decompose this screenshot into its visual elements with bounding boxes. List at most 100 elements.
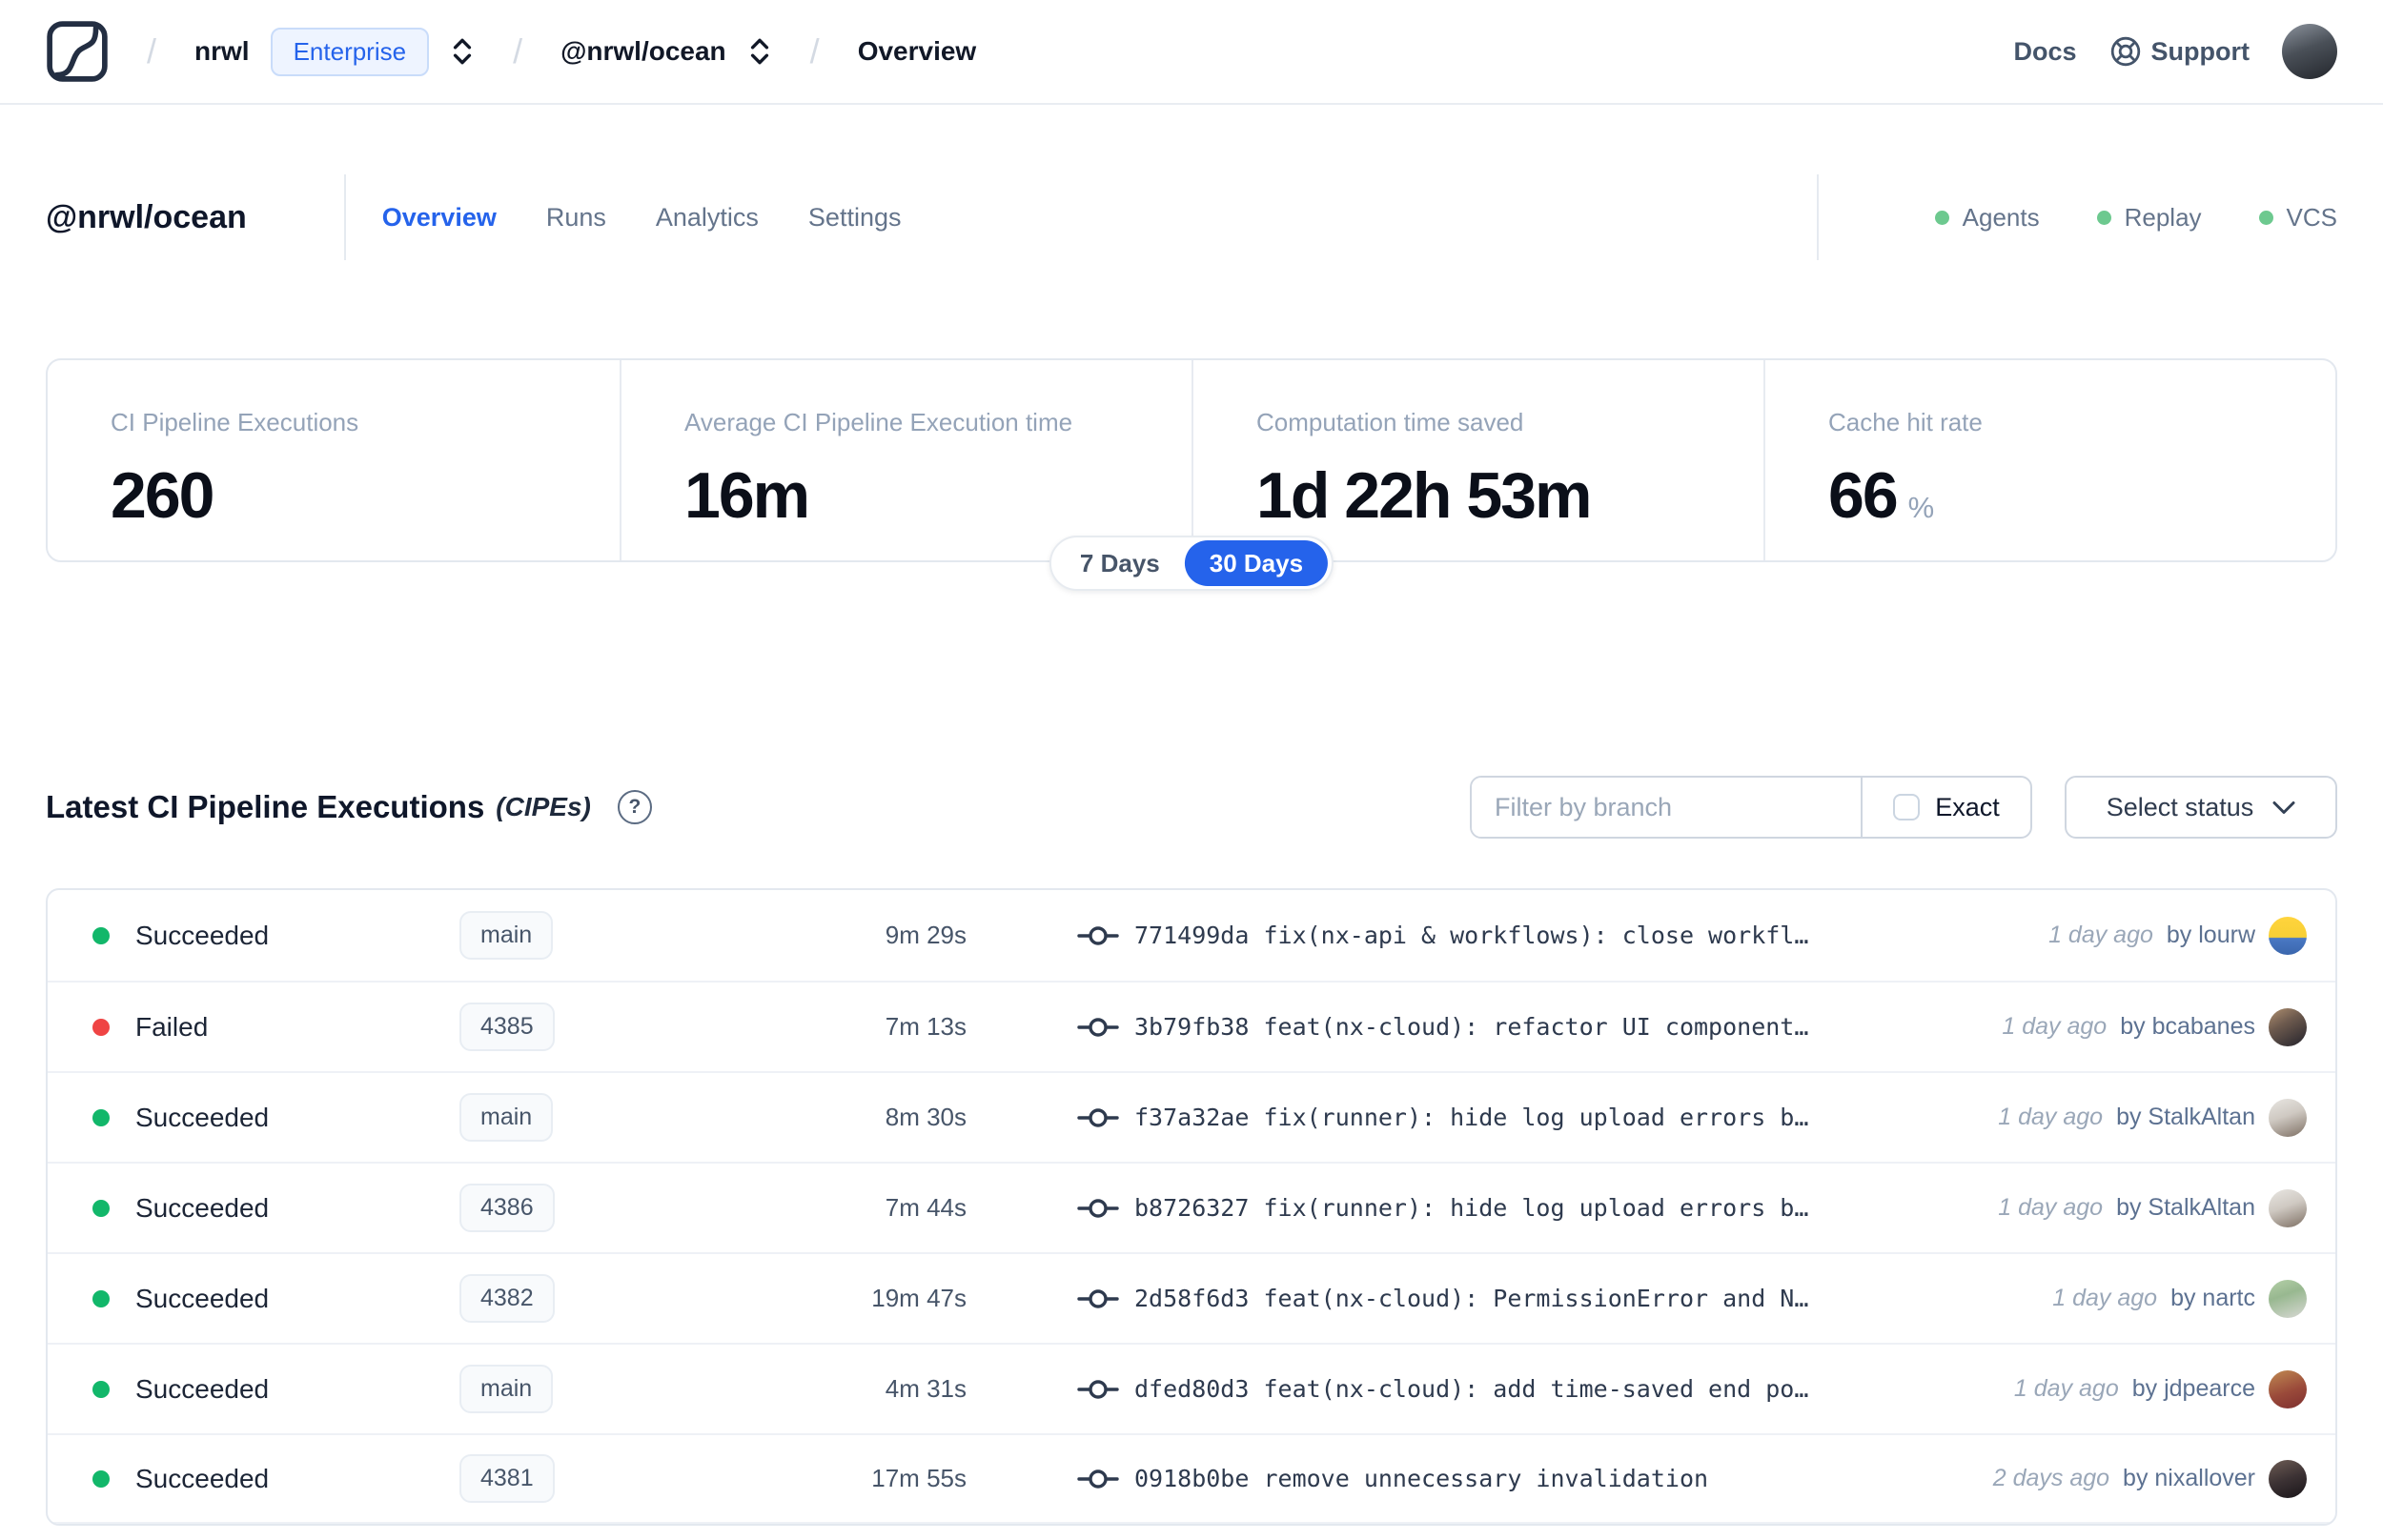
branch-filter-group: Exact [1470, 776, 2032, 839]
author: by nixallover [2123, 1465, 2255, 1491]
stat-unit: % [1907, 491, 1935, 524]
author-avatar[interactable] [2269, 1188, 2307, 1227]
nx-cloud-logo-icon[interactable] [46, 20, 109, 83]
commit-message[interactable]: f37a32ae fix(runner): hide log upload er… [1134, 1104, 1808, 1131]
time-ago: 1 day ago [1998, 1194, 2104, 1221]
author: by lourw [2166, 922, 2255, 948]
stat-value: 66 [1828, 459, 1899, 532]
range-7-days-button[interactable]: 7 Days [1055, 540, 1185, 586]
exact-checkbox[interactable] [1893, 794, 1921, 821]
author-avatar[interactable] [2269, 1369, 2307, 1408]
lifebuoy-icon [2109, 35, 2142, 68]
breadcrumb-org[interactable]: nrwl [194, 36, 250, 67]
divider [343, 174, 346, 260]
table-row[interactable]: Succeeded main 8m 30s f37a32ae fix(runne… [48, 1071, 2335, 1162]
table-row[interactable]: Succeeded 4382 19m 47s 2d58f6d3 feat(nx-… [48, 1252, 2335, 1343]
breadcrumb-workspace[interactable]: @nrwl/ocean [560, 36, 726, 67]
duration: 7m 44s [885, 1193, 967, 1222]
cipe-filters: Exact Select status [1470, 776, 2337, 839]
exact-label: Exact [1935, 792, 2000, 821]
git-commit-icon [1077, 1196, 1119, 1221]
table-row[interactable]: Failed 4385 7m 13s 3b79fb38 feat(nx-clou… [48, 981, 2335, 1071]
stat-value: 16m [684, 459, 810, 532]
commit-message[interactable]: 771499da fix(nx-api & workflows): close … [1134, 922, 1808, 949]
duration: 8m 30s [885, 1103, 967, 1131]
author: by bcabanes [2120, 1013, 2255, 1040]
support-link[interactable]: Support [2109, 35, 2250, 68]
author-avatar[interactable] [2269, 1098, 2307, 1137]
table-row[interactable]: Succeeded main 4m 31s dfed80d3 feat(nx-c… [48, 1343, 2335, 1433]
author: by StalkAltan [2116, 1104, 2255, 1130]
author: by nartc [2170, 1285, 2255, 1311]
branch-filter-input[interactable] [1472, 778, 1861, 837]
range-30-days-button[interactable]: 30 Days [1184, 540, 1329, 586]
status-dot-icon [92, 1469, 110, 1488]
commit-message[interactable]: 3b79fb38 feat(nx-cloud): refactor UI com… [1134, 1013, 1808, 1041]
org-switcher-chevrons-icon[interactable] [450, 34, 475, 69]
breadcrumb-separator: / [513, 31, 523, 71]
tab-analytics[interactable]: Analytics [656, 203, 759, 233]
nav-actions: Docs Support [2013, 24, 2337, 79]
commit-message[interactable]: 2d58f6d3 feat(nx-cloud): PermissionError… [1134, 1285, 1808, 1312]
cipe-section-header: Latest CI Pipeline Executions (CIPEs) ? … [46, 776, 2337, 839]
commit-message[interactable]: b8726327 fix(runner): hide log upload er… [1134, 1194, 1808, 1222]
exact-match-toggle: Exact [1861, 778, 2030, 837]
branch-badge: main [459, 1093, 554, 1142]
commit-message[interactable]: 0918b0be remove unnecessary invalidation [1134, 1465, 1708, 1492]
table-row[interactable]: Succeeded 4381 17m 55s 0918b0be remove u… [48, 1433, 2335, 1524]
branch-badge: 4382 [459, 1274, 555, 1323]
breadcrumb: / nrwl Enterprise / @nrwl/ocean / Overvi… [46, 20, 976, 83]
tab-settings[interactable]: Settings [808, 203, 902, 233]
status-dot-icon [2096, 210, 2111, 225]
git-commit-icon [1077, 1105, 1119, 1130]
stat-value: 1d 22h 53m [1256, 459, 1592, 532]
help-icon[interactable]: ? [617, 790, 652, 824]
status-dot-icon [92, 1018, 110, 1036]
date-range-toggle: 7 Days 30 Days [1049, 536, 1334, 591]
time-ago: 1 day ago [2048, 922, 2153, 948]
tab-overview[interactable]: Overview [382, 203, 497, 233]
workspace-switcher-chevrons-icon[interactable] [747, 34, 772, 69]
status-dot-icon [1934, 210, 1949, 225]
author-avatar[interactable] [2269, 1007, 2307, 1046]
time-ago: 1 day ago [2052, 1285, 2158, 1311]
stat-cache-hit-rate: Cache hit rate 66 % [1763, 360, 2335, 560]
chevron-down-icon [2272, 800, 2295, 815]
author-avatar[interactable] [2269, 916, 2307, 955]
author-avatar[interactable] [2269, 1279, 2307, 1318]
branch-badge: main [459, 911, 554, 960]
status-dot-icon [92, 1289, 110, 1307]
duration: 7m 13s [885, 1012, 967, 1041]
branch-badge: 4385 [459, 1003, 555, 1051]
feature-vcs[interactable]: VCS [2258, 203, 2337, 233]
tab-runs[interactable]: Runs [546, 203, 606, 233]
user-avatar[interactable] [2282, 24, 2337, 79]
branch-badge: 4381 [459, 1454, 555, 1503]
git-commit-icon [1077, 1287, 1119, 1311]
branch-badge: main [459, 1365, 554, 1413]
git-commit-icon [1077, 1467, 1119, 1491]
stat-average-execution-time: Average CI Pipeline Execution time 16m [620, 360, 1192, 560]
table-row[interactable]: Succeeded main 9m 29s 771499da fix(nx-ap… [48, 890, 2335, 981]
commit-message[interactable]: dfed80d3 feat(nx-cloud): add time-saved … [1134, 1375, 1808, 1403]
stats-cards: CI Pipeline Executions 260 Average CI Pi… [46, 358, 2337, 562]
git-commit-icon [1077, 1015, 1119, 1040]
top-nav: / nrwl Enterprise / @nrwl/ocean / Overvi… [0, 0, 2383, 105]
docs-link[interactable]: Docs [2013, 37, 2076, 67]
branch-badge: 4386 [459, 1184, 555, 1232]
duration: 4m 31s [885, 1374, 967, 1403]
feature-replay[interactable]: Replay [2096, 203, 2202, 233]
feature-agents[interactable]: Agents [1934, 203, 2040, 233]
table-row[interactable]: Succeeded 4386 7m 44s b8726327 fix(runne… [48, 1162, 2335, 1252]
section-title-suffix: (CIPEs) [496, 792, 591, 821]
author-avatar[interactable] [2269, 1459, 2307, 1498]
status-dot-icon [92, 926, 110, 944]
divider [1816, 174, 1819, 260]
status-dot-icon [92, 1108, 110, 1126]
select-status-dropdown[interactable]: Select status [2065, 776, 2337, 839]
duration: 9m 29s [885, 921, 967, 949]
stats-section: CI Pipeline Executions 260 Average CI Pi… [46, 358, 2337, 591]
time-ago: 1 day ago [1998, 1104, 2104, 1130]
breadcrumb-separator: / [809, 31, 820, 71]
feature-status-list: Agents Replay VCS [1816, 174, 2337, 260]
